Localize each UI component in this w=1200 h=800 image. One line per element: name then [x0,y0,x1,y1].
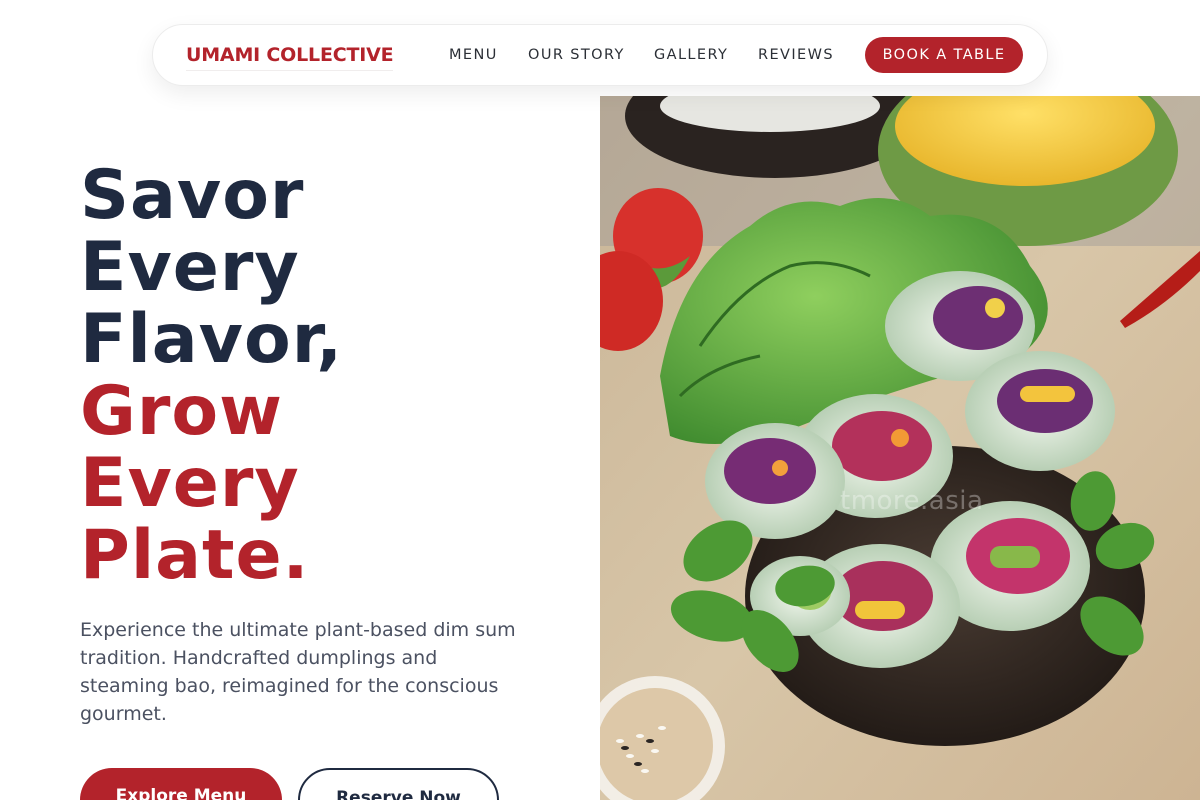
image-watermark: tmore.asia [840,486,984,516]
hero-description: Experience the ultimate plant-based dim … [80,619,516,725]
headline-line: Savor [80,156,305,235]
nav-link-reviews[interactable]: REVIEWS [758,47,834,63]
headline-accent-line: Plate. [80,516,310,595]
headline-accent-line: Grow [80,372,283,451]
nav-link-gallery[interactable]: GALLERY [654,47,728,63]
nav-link-menu[interactable]: MENU [449,47,498,63]
book-a-table-button[interactable]: BOOK A TABLE [865,37,1023,73]
headline-line: Flavor, [80,300,344,379]
hero-food-image [600,96,1200,800]
top-navigation: UMAMI COLLECTIVE MENU OUR STORY GALLERY … [152,24,1048,86]
headline-line: Every [80,228,300,307]
spring-rolls-illustration [600,96,1200,800]
hero-headline: Savor Every Flavor, Grow Every Plate. [80,160,343,592]
headline-accent-line: Every [80,444,300,523]
reserve-now-button[interactable]: Reserve Now [298,768,499,800]
brand-logo[interactable]: UMAMI COLLECTIVE [186,44,394,71]
explore-menu-button[interactable]: Explore Menu [80,768,282,800]
nav-link-our-story[interactable]: OUR STORY [528,47,625,63]
